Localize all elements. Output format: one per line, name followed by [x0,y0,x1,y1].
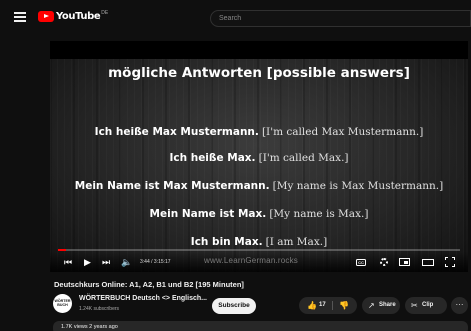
answer-line: Ich bin Max. [I am Max.] [50,236,468,248]
fullscreen-icon[interactable] [445,257,455,267]
channel-watermark: www.LearnGerman.rocks [204,256,299,265]
description-box[interactable]: 1.7K views 2 years ago [53,321,468,331]
answer-german: Ich bin Max. [190,236,263,248]
more-icon[interactable]: ··· [451,297,468,314]
dislike-icon[interactable]: 👎 [339,297,349,314]
next-icon[interactable]: ⏭ [102,257,110,267]
answer-english: [My name is Max Mustermann.] [272,180,444,192]
logo-text: YouTube [56,11,101,22]
time-display: 3:44 / 3:15:17 [140,259,171,265]
progress-bar[interactable] [58,249,460,251]
clip-label: Clip [422,302,434,308]
divider [332,301,333,310]
gear-icon[interactable] [380,258,388,266]
masthead: YouTube DE Search [0,0,471,36]
search-input[interactable]: Search [210,10,471,27]
previous-icon[interactable]: ⏮ [64,257,72,267]
view-count: 1.7K views 2 years ago [61,324,118,330]
share-label: Share [379,302,396,308]
share-button[interactable]: ↗ Share [362,297,400,314]
subscriber-count: 1.24K subscribers [79,306,120,312]
play-icon[interactable]: ▶ [84,257,91,267]
channel-name[interactable]: WÖRTERBUCH Deutsch <> Englisch... [79,295,207,302]
like-dislike-group: 👍 17 👎 [299,297,357,314]
player-controls: ⏮ ▶ ⏭ 🔈 3:44 / 3:15:17 www.LearnGerman.r… [50,252,468,272]
answer-english: [My name is Max.] [269,208,369,220]
answer-german: Mein Name ist Max Mustermann. [74,180,270,192]
answer-german: Ich heiße Max. [169,152,256,164]
avatar[interactable]: WÖRTER BUCH [53,294,72,313]
answer-german: Ich heiße Max Mustermann. [94,126,259,138]
youtube-logo[interactable]: YouTube DE [38,9,109,22]
progress-bar-played [58,249,66,251]
answer-english: [I am Max.] [265,236,328,248]
answer-german: Mein Name ist Max. [149,208,267,220]
menu-icon[interactable] [14,12,26,22]
like-count[interactable]: 17 [319,297,326,314]
like-icon[interactable]: 👍 [307,297,317,314]
theater-icon[interactable] [422,259,434,266]
logo-country-code: DE [101,9,109,16]
clip-icon: ✂ [411,301,418,310]
share-icon: ↗ [368,301,375,310]
video-player[interactable]: mögliche Antworten [possible answers] Ic… [50,41,468,272]
subscribe-button[interactable]: Subscribe [212,298,256,314]
answer-line: Mein Name ist Max Mustermann. [My name i… [50,180,468,192]
volume-icon[interactable]: 🔈 [121,257,132,267]
video-title: Deutschkurs Online: A1, A2, B1 und B2 [1… [54,280,244,289]
video-top-letterbox [50,41,468,59]
clip-button[interactable]: ✂ Clip [405,297,447,314]
answer-line: Ich heiße Max. [I'm called Max.] [50,152,468,164]
youtube-play-logo-icon [38,11,54,22]
cc-icon[interactable]: CC [356,259,366,266]
answer-line: Ich heiße Max Mustermann. [I'm called Ma… [50,126,468,138]
miniplayer-icon[interactable] [399,258,410,266]
video-frame[interactable]: mögliche Antworten [possible answers] Ic… [50,41,468,272]
slide-heading: mögliche Antworten [possible answers] [108,65,410,81]
answer-english: [I'm called Max Mustermann.] [261,126,424,138]
answer-line: Mein Name ist Max. [My name is Max.] [50,208,468,220]
answer-english: [I'm called Max.] [258,152,349,164]
